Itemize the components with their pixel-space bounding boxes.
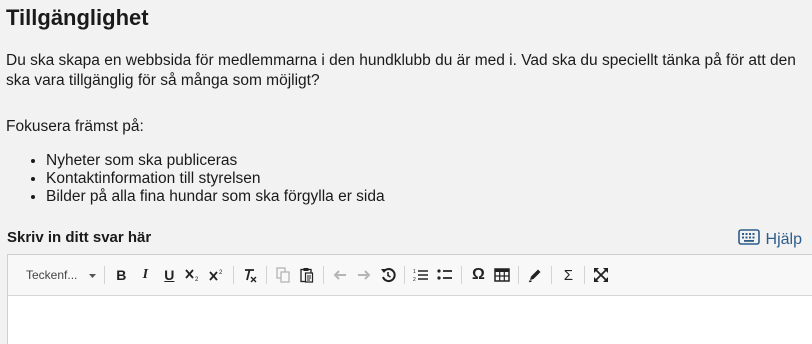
toolbar-divider (461, 266, 463, 284)
toolbar-divider (584, 266, 586, 284)
pencil-icon (529, 269, 541, 283)
edit-button[interactable] (523, 262, 547, 288)
answer-label: Skriv in ditt svar här (7, 229, 152, 246)
list-item: Kontaktinformation till styrelsen (46, 170, 385, 188)
toolbar-divider (233, 266, 235, 284)
intro-text: Du ska skapa en webbsida för medlemmarna… (6, 52, 796, 89)
subscript-button[interactable]: 2 (181, 262, 205, 288)
redo-icon (358, 270, 371, 280)
table-icon (494, 268, 511, 282)
answer-editor: Teckenf... B I U 2 2 1 2 Ω Σ (7, 254, 812, 344)
toolbar-divider (266, 266, 268, 284)
subscript-icon: 2 (185, 269, 199, 282)
maximize-icon (594, 268, 609, 282)
keyboard-icon (737, 229, 760, 250)
toolbar-divider (404, 266, 406, 284)
help-link[interactable]: Hjälp (737, 229, 802, 250)
undo-icon (333, 270, 347, 280)
editor-toolbar: Teckenf... B I U 2 2 1 2 Ω Σ (8, 255, 812, 296)
svg-text:1: 1 (413, 269, 416, 275)
history-icon (381, 268, 396, 283)
toolbar-divider (551, 266, 553, 284)
numbered-list-button[interactable]: 12 (409, 262, 433, 288)
list-item: Bilder på alla fina hundar som ska förgy… (46, 188, 385, 206)
undo-button[interactable] (328, 262, 352, 288)
paste-button[interactable] (295, 262, 319, 288)
math-button[interactable]: Σ (556, 262, 580, 288)
font-dropdown-label: Teckenf... (26, 268, 78, 282)
special-character-button[interactable]: Ω (466, 262, 490, 288)
bulleted-list-button[interactable] (433, 262, 457, 288)
toolbar-divider (323, 266, 325, 284)
fullscreen-button[interactable] (589, 262, 613, 288)
italic-button[interactable]: I (133, 262, 157, 288)
page-title: Tillgänglighet (6, 5, 149, 30)
history-button[interactable] (376, 262, 400, 288)
list-item: Nyheter som ska publiceras (46, 152, 385, 170)
paste-icon (300, 268, 314, 283)
toolbar-divider (518, 266, 520, 284)
superscript-button[interactable]: 2 (205, 262, 229, 288)
table-button[interactable] (490, 262, 514, 288)
copy-icon (276, 267, 291, 283)
svg-text:2: 2 (219, 270, 223, 276)
superscript-icon: 2 (209, 270, 223, 281)
svg-text:2: 2 (413, 277, 416, 282)
redo-button[interactable] (352, 262, 376, 288)
numbered-list-icon: 12 (413, 269, 429, 282)
remove-format-icon (245, 269, 257, 283)
editor-content-area[interactable] (8, 296, 812, 344)
underline-button[interactable]: U (157, 262, 181, 288)
focus-list: Nyheter som ska publiceras Kontaktinform… (24, 152, 385, 206)
caret-down-icon (89, 268, 97, 282)
toolbar-divider (104, 266, 106, 284)
svg-text:2: 2 (195, 277, 199, 282)
bold-button[interactable]: B (109, 262, 133, 288)
focus-label: Fokusera främst på: (6, 118, 144, 135)
bulleted-list-icon (437, 269, 453, 280)
font-dropdown[interactable]: Teckenf... (16, 262, 100, 288)
remove-format-button[interactable] (238, 262, 262, 288)
help-label: Hjälp (765, 230, 802, 248)
copy-button[interactable] (271, 262, 295, 288)
